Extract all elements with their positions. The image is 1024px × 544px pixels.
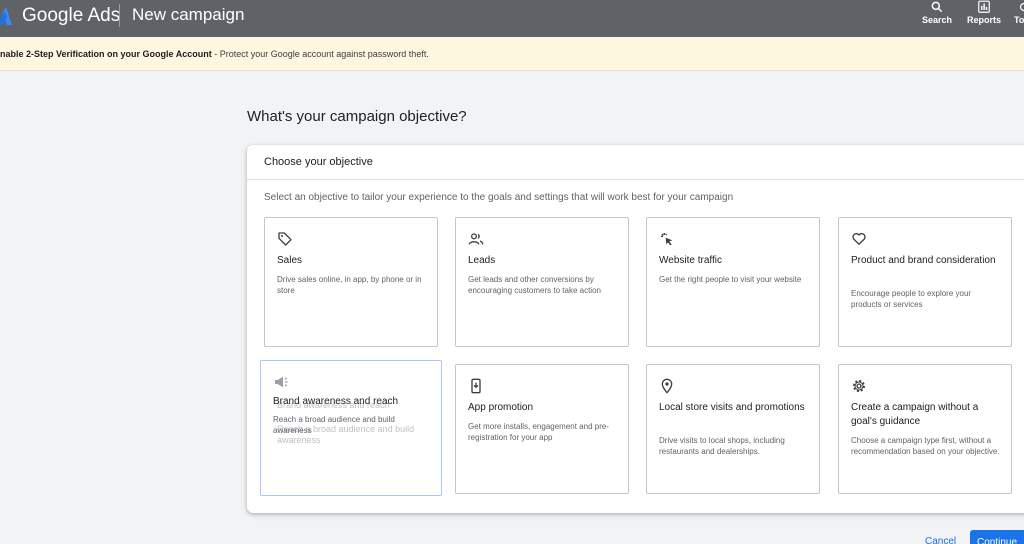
tools-icon bbox=[1019, 2, 1024, 12]
banner-text: nable 2-Step Verification on your Google… bbox=[0, 49, 429, 59]
objective-heading: What's your campaign objective? bbox=[247, 108, 467, 125]
banner-detail-text: - Protect your Google account against pa… bbox=[211, 49, 429, 59]
header-divider bbox=[119, 4, 120, 27]
objective-title: App promotion bbox=[468, 402, 534, 413]
panel-description: Select an objective to tailor your exper… bbox=[264, 192, 734, 203]
objective-description: Drive visits to local shops, including r… bbox=[659, 436, 785, 456]
reports-icon bbox=[978, 0, 990, 13]
objective-title: Leads bbox=[468, 255, 496, 266]
search-label: Search bbox=[922, 15, 953, 25]
reports-button[interactable]: Reports bbox=[966, 0, 1002, 37]
objective-title: Sales bbox=[277, 255, 303, 266]
objective-card-sales[interactable]: Sales Drive sales online, in app, by pho… bbox=[264, 217, 438, 347]
tools-button[interactable]: To bbox=[1014, 0, 1024, 37]
megaphone-icon bbox=[275, 376, 288, 388]
objective-panel: Choose your objective Select an objectiv… bbox=[247, 145, 1024, 513]
people-icon bbox=[468, 233, 484, 245]
objective-card-brand-awareness[interactable]: Brand awareness and reach Reach a broad … bbox=[260, 360, 442, 496]
reports-label: Reports bbox=[966, 15, 1001, 25]
objective-title: Product and brand consideration bbox=[851, 255, 996, 266]
objective-card-no-guidance[interactable]: Create a campaign without a goal's guida… bbox=[838, 364, 1012, 494]
panel-divider bbox=[247, 179, 1024, 180]
brand-name[interactable]: Google Ads bbox=[22, 5, 120, 27]
google-ads-logo-icon bbox=[0, 7, 12, 25]
gear-icon bbox=[853, 380, 865, 392]
location-pin-icon bbox=[661, 378, 673, 394]
objective-card-leads[interactable]: Leads Get leads and other conversions by… bbox=[455, 217, 629, 347]
top-app-bar: Google Ads New campaign Search Reports T… bbox=[0, 0, 1024, 37]
tools-label: To bbox=[1014, 15, 1024, 25]
objective-description: Get the right people to visit your websi… bbox=[659, 275, 802, 284]
objective-description: Choose a campaign type first, without a … bbox=[851, 436, 1000, 456]
panel-title: Choose your objective bbox=[264, 156, 373, 168]
objective-description: Get leads and other conversions by encou… bbox=[468, 275, 601, 295]
objective-card-local-store-visits[interactable]: Local store visits and promotions Drive … bbox=[646, 364, 820, 494]
objective-title: Website traffic bbox=[659, 255, 722, 266]
search-button[interactable]: Search bbox=[922, 0, 952, 37]
objective-description: Drive sales online, in app, by phone or … bbox=[277, 275, 422, 295]
objective-card-product-brand-consideration[interactable]: Product and brand consideration Encourag… bbox=[838, 217, 1012, 347]
objective-description: Encourage people to explore your product… bbox=[851, 289, 972, 309]
tag-icon bbox=[278, 232, 292, 246]
objective-title: Create a campaign without a goal's guida… bbox=[851, 402, 979, 427]
search-icon bbox=[931, 1, 943, 13]
phone-download-icon bbox=[471, 378, 481, 394]
page-title: New campaign bbox=[132, 5, 245, 24]
objective-description: Get more installs, engagement and pre-re… bbox=[468, 422, 609, 442]
objective-title: Local store visits and promotions bbox=[659, 402, 805, 413]
continue-button[interactable]: Continue bbox=[970, 530, 1024, 544]
objective-card-website-traffic[interactable]: Website traffic Get the right people to … bbox=[646, 217, 820, 347]
objective-title: Brand awareness and reach bbox=[273, 396, 399, 407]
cursor-click-icon bbox=[661, 233, 673, 246]
objective-card-app-promotion[interactable]: App promotion Get more installs, engagem… bbox=[455, 364, 629, 494]
banner-bold-text[interactable]: nable 2-Step Verification on your Google… bbox=[0, 49, 212, 59]
heart-icon bbox=[852, 233, 866, 245]
two-step-verification-banner: nable 2-Step Verification on your Google… bbox=[0, 37, 1024, 71]
cancel-button[interactable]: Cancel bbox=[925, 536, 956, 544]
objective-description: Reach a broad audience and build awarene… bbox=[273, 415, 395, 435]
